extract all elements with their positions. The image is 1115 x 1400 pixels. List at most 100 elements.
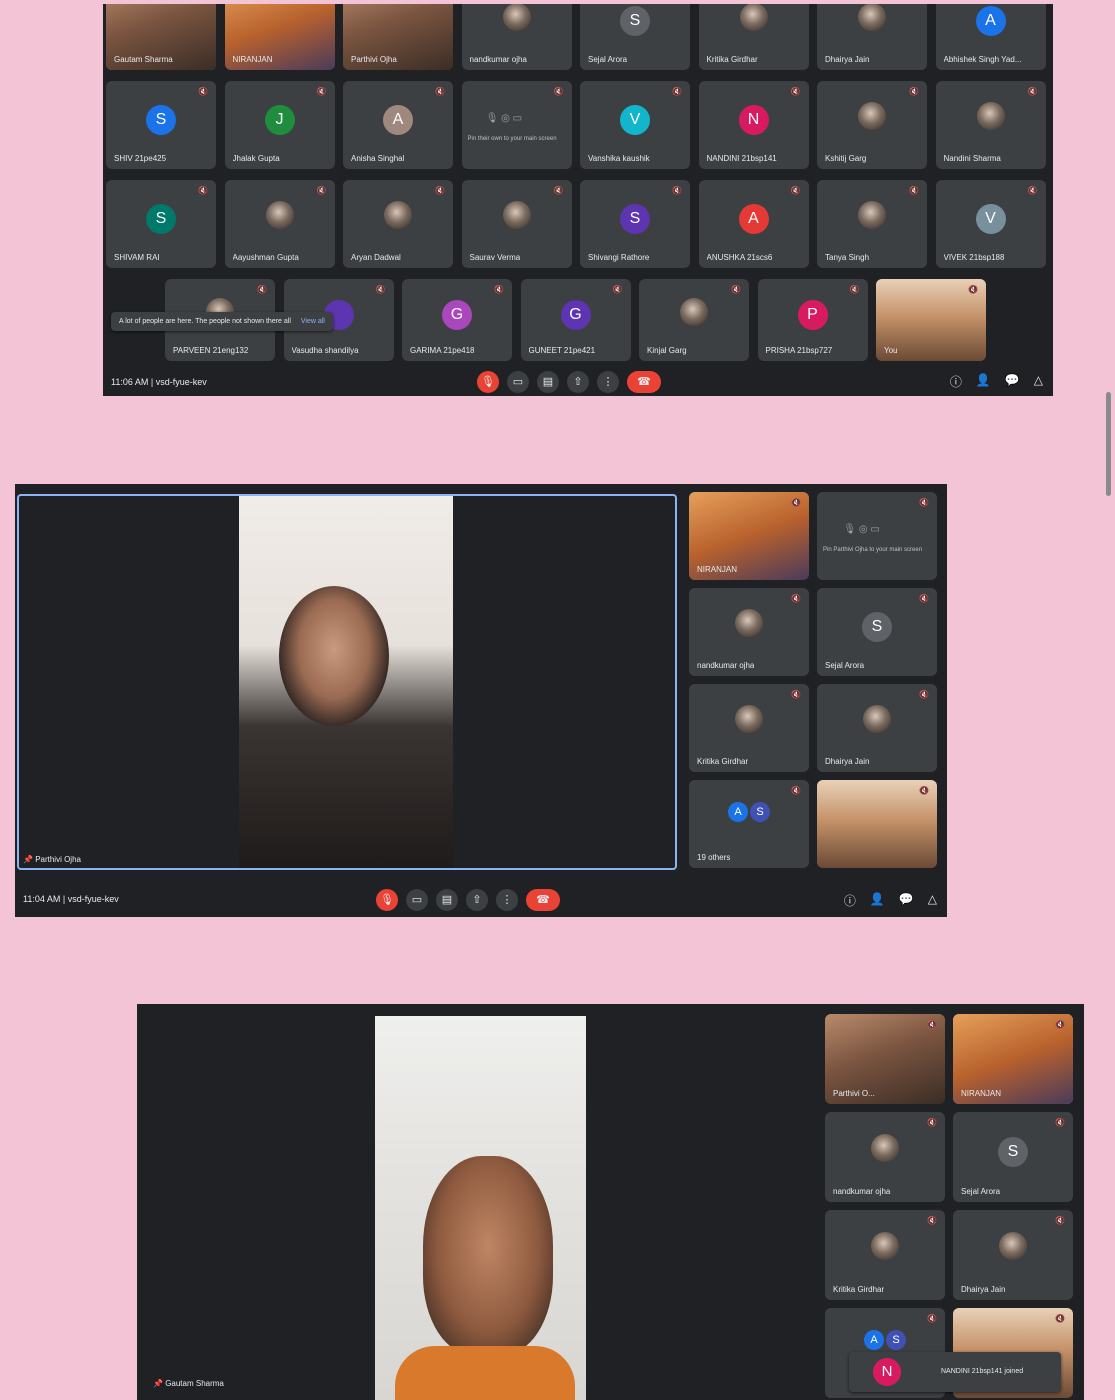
participant-name: Dhairya Jain xyxy=(825,757,870,766)
mic-muted-icon: 🔇 xyxy=(435,186,445,195)
people-icon[interactable]: 👤 xyxy=(870,892,885,909)
participant-tile[interactable]: A🔇Abhishek Singh Yad... xyxy=(935,4,1046,70)
mic-muted-icon: 🔇 xyxy=(672,186,682,195)
people-icon[interactable]: 👤 xyxy=(976,373,991,390)
participant-tile[interactable]: G 🔇 GARIMA 21pe418 xyxy=(402,279,512,361)
participant-tile[interactable]: 🔇nandkumar ojha xyxy=(461,4,572,70)
participant-tile[interactable]: 🔇NIRANJAN xyxy=(224,4,335,70)
avatar-photo xyxy=(871,1134,899,1162)
avatar: J xyxy=(264,104,295,135)
participant-tile[interactable]: 🔇Dhairya Jain xyxy=(817,684,937,772)
mic-muted-icon: 🔇 xyxy=(1055,1020,1065,1029)
participant-tile[interactable]: 🔇Dhairya Jain xyxy=(817,4,927,70)
participant-name: GARIMA 21pe418 xyxy=(410,346,475,355)
camera-button[interactable]: ▭ xyxy=(507,371,529,393)
participant-tile[interactable]: 🔇nandkumar ojha xyxy=(825,1112,945,1202)
participant-tile[interactable]: S 🔇 SHIVAM RAI xyxy=(106,180,216,268)
participant-tile[interactable]: A 🔇 ANUSHKA 21scs6 xyxy=(698,180,809,268)
chat-icon[interactable]: 💬 xyxy=(1005,373,1020,390)
mic-muted-icon: 🔇 xyxy=(198,87,208,96)
mic-muted-icon: 🔇 xyxy=(968,285,978,294)
participant-tile[interactable]: 🔇 Kinjal Garg xyxy=(639,279,749,361)
activities-icon[interactable]: △ xyxy=(1034,373,1043,390)
page-scrollbar[interactable] xyxy=(1106,392,1111,496)
avatar-photo xyxy=(384,201,412,230)
activities-icon[interactable]: △ xyxy=(928,892,937,909)
participant-tile[interactable]: 🔇 Tanya Singh xyxy=(817,180,927,268)
participant-name: NIRANJAN xyxy=(232,55,273,64)
more-options-button[interactable]: ⋮ xyxy=(597,371,619,393)
mic-muted-icon: 🔇 xyxy=(927,1020,937,1029)
more-options-button[interactable]: ⋮ xyxy=(496,889,518,911)
participant-tile[interactable]: 🔇Parthivi Ojha xyxy=(343,4,453,70)
participant-tile[interactable]: N 🔇 NANDINI 21bsp141 xyxy=(698,81,809,169)
participant-tile[interactable]: 🔇 Kshitij Garg xyxy=(817,81,927,169)
mic-muted-icon: 🔇 xyxy=(731,285,741,294)
avatar: A xyxy=(728,801,748,822)
mic-muted-icon: 🔇 xyxy=(919,498,929,507)
captions-button[interactable]: ▤ xyxy=(436,889,458,911)
participant-tile[interactable]: 🔇 Saurav Verma xyxy=(461,180,572,268)
participant-tile[interactable]: 🔇 Nandini Sharma xyxy=(935,81,1046,169)
end-call-button[interactable]: ☎ xyxy=(627,371,661,393)
avatar-photo xyxy=(976,102,1005,131)
participant-tile[interactable]: S🔇Sejal Arora xyxy=(953,1112,1073,1202)
participant-tile[interactable]: 🔇Kritika Girdhar xyxy=(698,4,809,70)
participant-name: Aayushman Gupta xyxy=(232,253,299,262)
main-speaker-view: 📌 Parthivi Ojha xyxy=(17,494,677,870)
participant-tile[interactable]: 🔇NIRANJAN xyxy=(689,492,809,580)
participant-tile[interactable]: 🔇NIRANJAN xyxy=(953,1014,1073,1104)
participant-tile[interactable]: 🔇 Parthivi O... xyxy=(825,1014,945,1104)
participant-tile[interactable]: 🎙 ◎ ▭ Pin Parthivi Ojha to your main scre… xyxy=(817,492,937,580)
pin-options-icon[interactable]: 🎙 ◎ ▭ xyxy=(843,524,879,535)
participant-tile[interactable]: 🔇Kritika Girdhar xyxy=(825,1210,945,1300)
participant-tile[interactable]: S 🔇 SHIV 21pe425 xyxy=(106,81,216,169)
mic-muted-icon: 🔇 xyxy=(672,87,682,96)
participant-tile[interactable]: 🔇Gautam Sharma xyxy=(106,4,216,70)
mic-button[interactable]: 🎙 xyxy=(376,889,398,911)
end-call-button[interactable]: ☎ xyxy=(526,889,560,911)
participant-name: Kritika Girdhar xyxy=(833,1285,885,1294)
participant-tile[interactable]: S🔇Sejal Arora xyxy=(817,588,937,676)
camera-button[interactable]: ▭ xyxy=(406,889,428,911)
mic-muted-icon: 🔇 xyxy=(316,186,327,195)
info-icon[interactable]: ⓘ xyxy=(844,892,856,909)
participant-tile[interactable]: V 🔇 Vanshika kaushik xyxy=(580,81,690,169)
participant-tile[interactable]: 🔇 Aryan Dadwal xyxy=(343,180,453,268)
participant-tile[interactable]: 🔇Dhairya Jain xyxy=(953,1210,1073,1300)
pin-options-icon[interactable]: 🎙 ◎ ▭ xyxy=(486,113,522,124)
participant-tile[interactable]: S 🔇 Shivangi Rathore xyxy=(580,180,690,268)
participant-tile[interactable]: 🔇Kritika Girdhar xyxy=(689,684,809,772)
captions-button[interactable]: ▤ xyxy=(537,371,559,393)
mic-button[interactable]: 🎙 xyxy=(477,371,499,393)
participant-tile[interactable]: J 🔇 Jhalak Gupta xyxy=(224,81,335,169)
participant-tile[interactable]: 🔇 Aayushman Gupta xyxy=(224,180,335,268)
present-button[interactable]: ⇧ xyxy=(466,889,488,911)
mic-muted-icon: 🔇 xyxy=(198,186,208,195)
participant-tile[interactable]: A S 🔇 19 others xyxy=(689,780,809,868)
avatar-photo xyxy=(265,201,294,230)
meeting-spotlight-view: 📌 Parthivi Ojha 🔇 NIRANJAN 🎙 ◎ ▭ Pin Parthi… xyxy=(15,484,947,917)
participant-tile[interactable]: 🔇nandkumar ojha xyxy=(689,588,809,676)
present-button[interactable]: ⇧ xyxy=(567,371,589,393)
participant-tile[interactable]: V 🔇 VIVEK 21bsp188 xyxy=(935,180,1046,268)
participant-tile[interactable]: A 🔇 Anisha Singhal xyxy=(343,81,453,169)
participant-tile[interactable]: 🎙 ◎ ▭ 🔇 Pin their own to your main screen xyxy=(461,81,572,169)
meeting-time-code: 11:04 AM | vsd-fyue-kev xyxy=(23,894,119,904)
participant-tile[interactable]: P 🔇 PRISHA 21bsp727 xyxy=(757,279,868,361)
mic-muted-icon: 🔇 xyxy=(791,786,801,795)
avatar-photo xyxy=(858,4,886,32)
view-all-link[interactable]: View all xyxy=(301,318,325,325)
mic-muted-icon: 🔇 xyxy=(1027,87,1038,96)
participant-tile[interactable]: 🔇 xyxy=(817,780,937,868)
mic-muted-icon: 🔇 xyxy=(919,594,929,603)
info-icon[interactable]: ⓘ xyxy=(950,373,962,390)
avatar: S xyxy=(998,1136,1028,1167)
participant-tile[interactable]: G 🔇 GUNEET 21pe421 xyxy=(520,279,631,361)
mic-muted-icon: 🔇 xyxy=(612,285,623,294)
participant-tile[interactable]: 🔇 You xyxy=(876,279,986,361)
participant-name: nandkumar ojha xyxy=(833,1187,891,1196)
participant-tile[interactable]: S🔇Sejal Arora xyxy=(580,4,690,70)
chat-icon[interactable]: 💬 xyxy=(899,892,914,909)
participant-name: NANDINI 21bsp141 xyxy=(706,154,777,163)
